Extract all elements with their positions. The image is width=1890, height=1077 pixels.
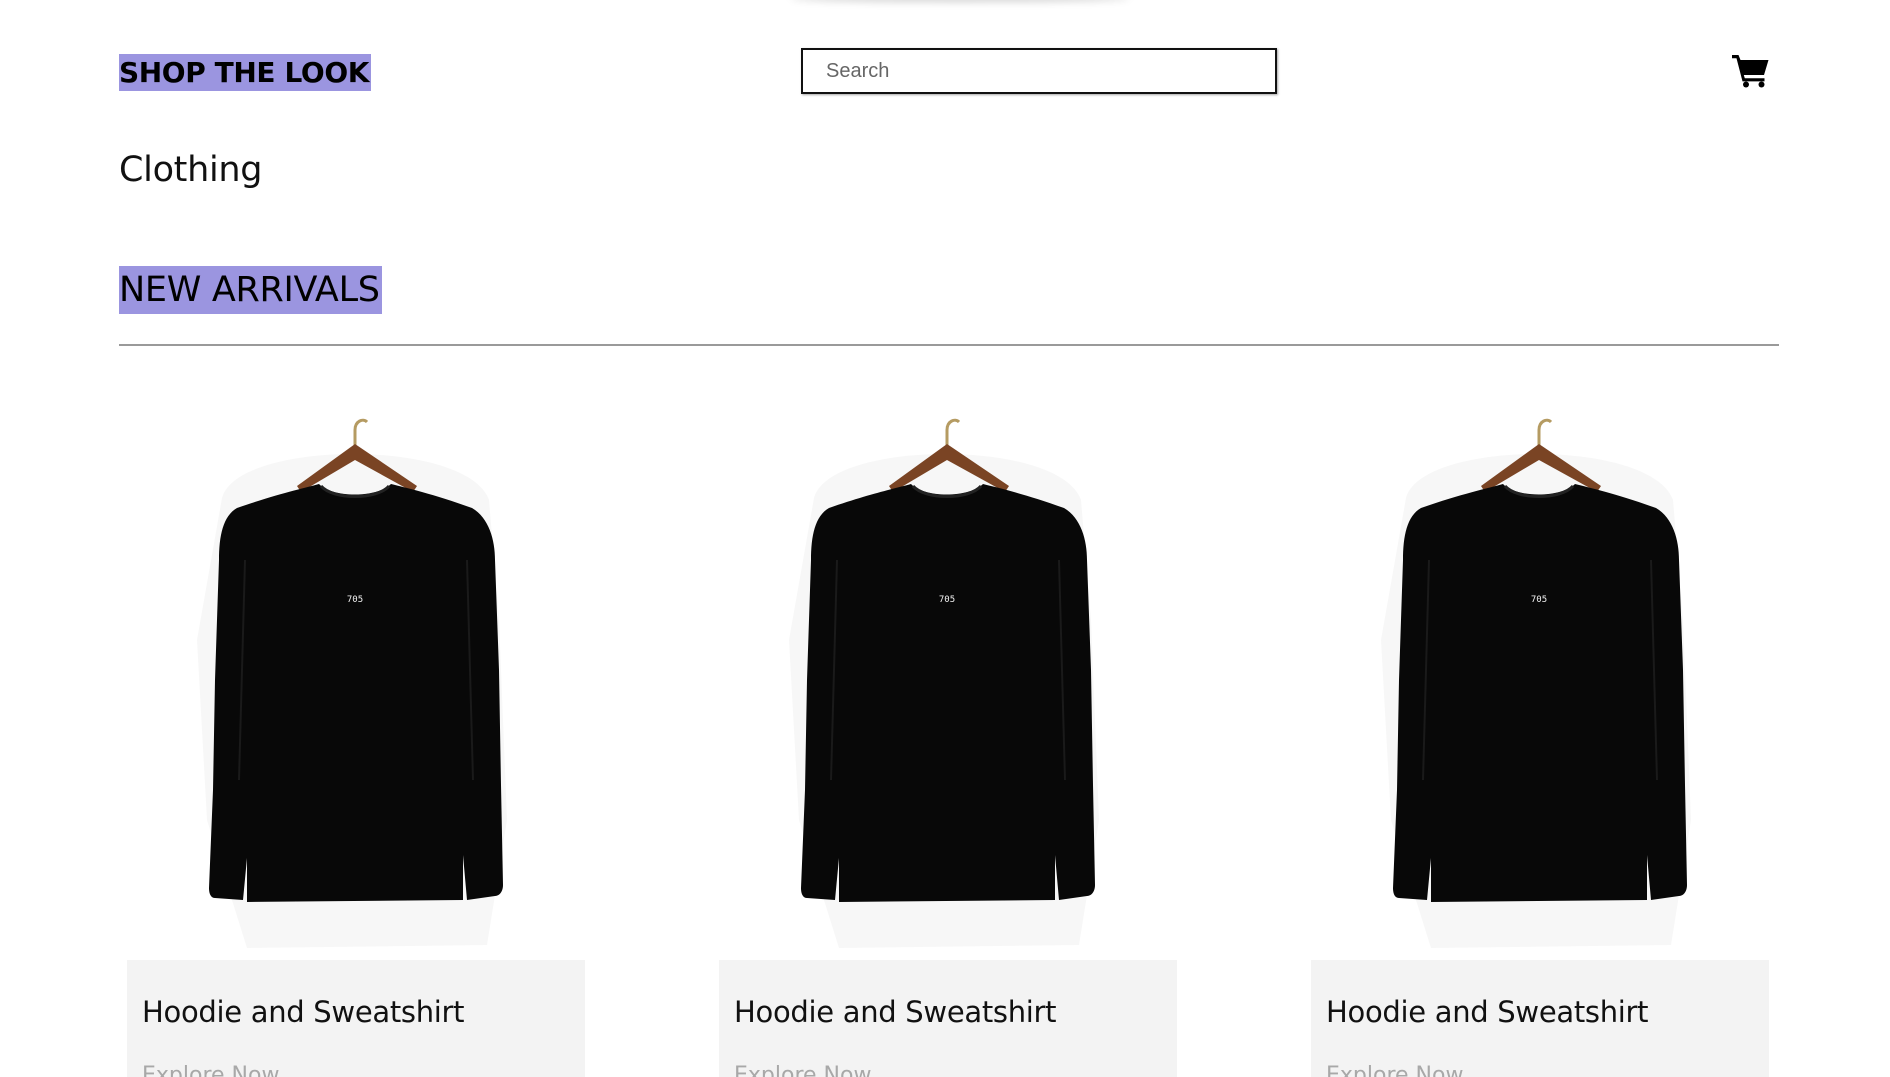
section-divider [119, 344, 1779, 346]
product-grid: 705 Hoodie and Sweatshirt Explore Now 70… [127, 400, 1777, 1077]
sweatshirt-print-text: 705 [347, 595, 363, 605]
product-card[interactable]: 705 Hoodie and Sweatshirt Explore Now [719, 400, 1177, 1077]
category-title: Clothing [119, 150, 263, 190]
product-card-body: Hoodie and Sweatshirt Explore Now [1311, 960, 1769, 1077]
product-title: Hoodie and Sweatshirt [142, 995, 465, 1029]
product-image[interactable]: 705 [1311, 400, 1769, 960]
site-header: SHOP THE LOOK [119, 48, 1771, 100]
product-image[interactable]: 705 [719, 400, 1177, 960]
sweatshirt-print-text: 705 [939, 595, 955, 605]
product-card-body: Hoodie and Sweatshirt Explore Now [719, 960, 1177, 1077]
product-card[interactable]: 705 Hoodie and Sweatshirt Explore Now [1311, 400, 1769, 1077]
new-arrivals-heading: NEW ARRIVALS [119, 266, 382, 314]
search-box[interactable] [801, 48, 1277, 94]
page: SHOP THE LOOK Clothing NEW ARRIVALS [0, 0, 1890, 1077]
explore-now-link[interactable]: Explore Now [142, 1063, 279, 1077]
sweatshirt-print-text: 705 [1531, 595, 1547, 605]
explore-now-link[interactable]: Explore Now [1326, 1063, 1463, 1077]
sweatshirt-on-hanger-icon: 705 [789, 418, 1099, 948]
explore-now-link[interactable]: Explore Now [734, 1063, 871, 1077]
sweatshirt-on-hanger-icon: 705 [1381, 418, 1691, 948]
shopping-cart-icon[interactable] [1731, 52, 1771, 88]
sweatshirt-on-hanger-icon: 705 [197, 418, 507, 948]
brand-logo[interactable]: SHOP THE LOOK [119, 54, 372, 91]
product-card[interactable]: 705 Hoodie and Sweatshirt Explore Now [127, 400, 585, 1077]
product-title: Hoodie and Sweatshirt [734, 995, 1057, 1029]
search-input[interactable] [803, 50, 1275, 92]
shopping-cart-icon-graphic [1732, 55, 1769, 88]
product-image[interactable]: 705 [127, 400, 585, 960]
product-card-body: Hoodie and Sweatshirt Explore Now [127, 960, 585, 1077]
product-title: Hoodie and Sweatshirt [1326, 995, 1649, 1029]
